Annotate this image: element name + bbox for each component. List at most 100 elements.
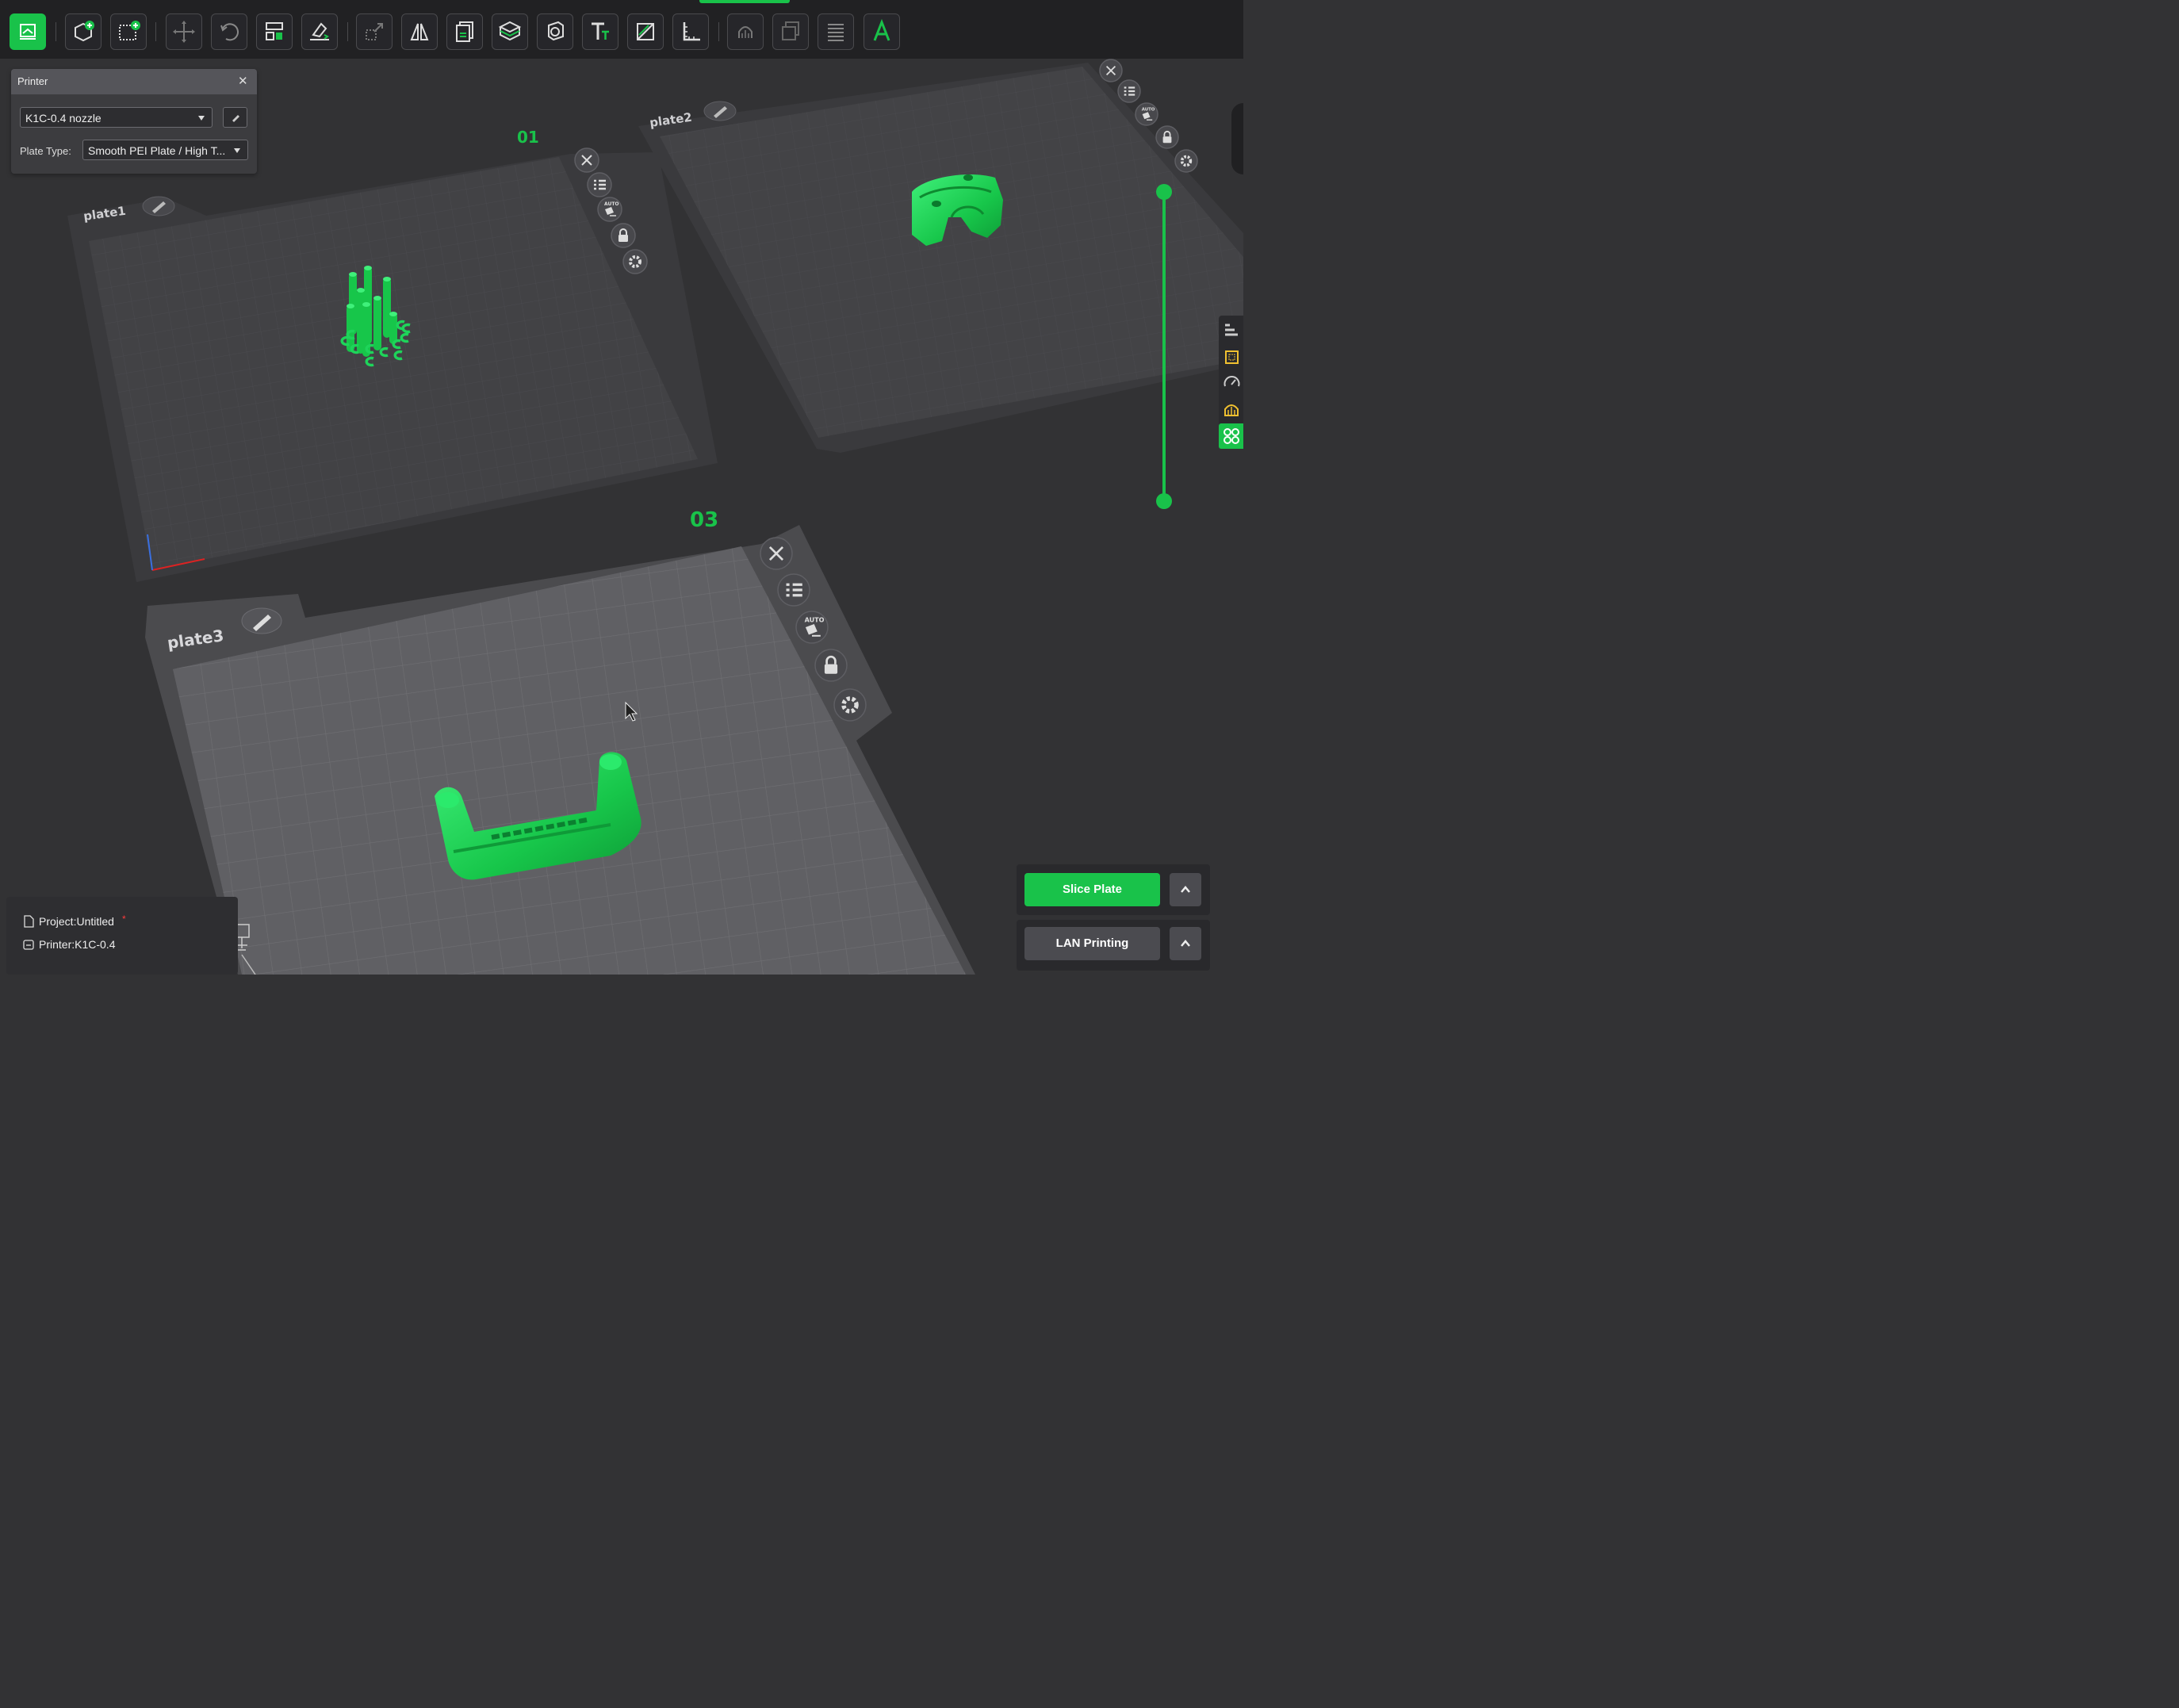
settings-button[interactable] [622, 249, 648, 274]
hollow-button[interactable] [537, 13, 573, 50]
arrange-list-button[interactable] [1117, 79, 1141, 103]
plate-number-03: 03 [690, 508, 718, 532]
assembly-icon [782, 21, 799, 40]
project-label: Project:Untitled [39, 915, 114, 928]
plate-type-value: Smooth PEI Plate / High T... [88, 144, 226, 157]
add-plate-button[interactable] [110, 13, 147, 50]
rotate-icon [220, 23, 239, 41]
mirror-button[interactable] [401, 13, 438, 50]
seam-button[interactable] [627, 13, 664, 50]
3d-viewport[interactable]: 02 01 03 plate1 plate2 pl [0, 59, 1243, 975]
move-button[interactable] [166, 13, 202, 50]
plate2-rename-button[interactable] [703, 101, 737, 121]
multi-plate-icon [1224, 428, 1239, 444]
file-icon [24, 915, 34, 928]
svg-text:AUTO: AUTO [604, 201, 619, 207]
object-list-icon[interactable] [1219, 318, 1243, 342]
plate-number-01: 01 [517, 128, 539, 147]
arrange-button[interactable] [256, 13, 293, 50]
support-paint-icon [738, 26, 753, 38]
move-icon [173, 21, 195, 43]
copy-button[interactable] [446, 13, 483, 50]
text-button[interactable] [582, 13, 618, 50]
top-toolbar [0, 0, 1243, 59]
printer-icon [23, 940, 34, 950]
chevron-down-icon [234, 148, 240, 153]
arrange-list-button[interactable] [777, 573, 810, 607]
toolbar-separator [155, 22, 156, 41]
scale-button[interactable] [356, 13, 393, 50]
plate3-bed[interactable] [145, 525, 975, 975]
mirror-icon [410, 23, 429, 40]
printer-select-value: K1C-0.4 nozzle [25, 112, 101, 124]
copy-icon [456, 21, 473, 42]
svg-text:AUTO: AUTO [805, 615, 825, 623]
printer-panel-header: Printer ✕ [11, 69, 257, 94]
pencil-icon [232, 115, 239, 122]
layers-button[interactable] [818, 13, 854, 50]
support-paint-button[interactable] [727, 13, 764, 50]
auto-orient-button[interactable]: AUTO [795, 611, 829, 644]
pin-part[interactable] [389, 312, 397, 344]
svg-text:AUTO: AUTO [1142, 108, 1155, 113]
add-plate-icon [119, 21, 140, 40]
prepare-view-icon [20, 24, 36, 40]
chevron-down-icon [198, 116, 205, 121]
settings-button[interactable] [833, 688, 867, 722]
text-icon [592, 22, 609, 40]
lay-on-face-icon [310, 22, 329, 40]
printer-select[interactable]: K1C-0.4 nozzle [20, 107, 213, 128]
emboss-icon [873, 18, 890, 41]
printer-panel-title: Printer [17, 75, 48, 87]
unsaved-marker: * [122, 913, 126, 925]
prepare-view-button[interactable] [10, 13, 46, 50]
support-icon[interactable] [1219, 396, 1243, 420]
multi-plate-button[interactable] [1219, 423, 1243, 449]
toolbar-separator [347, 22, 348, 41]
layer-slider-top-handle [1156, 184, 1172, 200]
add-object-icon [75, 21, 94, 42]
speed-gauge-icon[interactable] [1219, 370, 1243, 394]
arrange-icon [266, 22, 283, 40]
layer-slider-bottom-handle [1156, 493, 1172, 509]
edit-printer-button[interactable] [223, 107, 247, 128]
printer-panel: Printer ✕ K1C-0.4 nozzle Plate Type: Smo… [11, 69, 257, 174]
slice-plate-button[interactable]: Slice Plate [1024, 873, 1160, 906]
pin-part[interactable] [373, 296, 381, 350]
lock-button[interactable] [814, 649, 848, 682]
assembly-button[interactable] [772, 13, 809, 50]
collapse-sidebar-handle[interactable] [1231, 103, 1243, 174]
emboss-button[interactable] [864, 13, 900, 50]
lock-button[interactable] [611, 223, 636, 248]
active-tab-indicator [699, 0, 790, 3]
plate1-bed[interactable] [67, 152, 718, 582]
hollow-icon [548, 21, 564, 41]
slice-options-button[interactable] [1170, 873, 1201, 906]
bounding-box-icon[interactable] [1219, 345, 1243, 369]
rotate-button[interactable] [211, 13, 247, 50]
settings-button[interactable] [1174, 149, 1198, 173]
cut-button[interactable] [492, 13, 528, 50]
close-button[interactable] [760, 537, 793, 570]
lock-button[interactable] [1155, 125, 1179, 149]
plate1-rename-button[interactable] [142, 196, 175, 216]
chevron-up-icon [1181, 940, 1190, 947]
project-status-panel: Project:Untitled * Printer:K1C-0.4 [6, 897, 238, 975]
lay-on-face-button[interactable] [301, 13, 338, 50]
cut-icon [498, 21, 522, 41]
close-button[interactable] [1099, 59, 1123, 82]
lan-printing-button[interactable]: LAN Printing [1024, 927, 1160, 960]
plate3-rename-button[interactable] [241, 607, 282, 634]
close-icon[interactable]: ✕ [238, 74, 248, 88]
plate-type-select[interactable]: Smooth PEI Plate / High T... [82, 140, 248, 160]
printer-label: Printer:K1C-0.4 [39, 938, 116, 951]
seam-icon [637, 23, 654, 40]
print-options-button[interactable] [1170, 927, 1201, 960]
measure-button[interactable] [672, 13, 709, 50]
auto-orient-button[interactable]: AUTO [1135, 102, 1158, 126]
measure-icon [683, 22, 700, 41]
close-button[interactable] [574, 147, 599, 173]
arrange-list-button[interactable] [587, 172, 612, 197]
add-object-button[interactable] [65, 13, 101, 50]
auto-orient-button[interactable]: AUTO [597, 197, 622, 222]
